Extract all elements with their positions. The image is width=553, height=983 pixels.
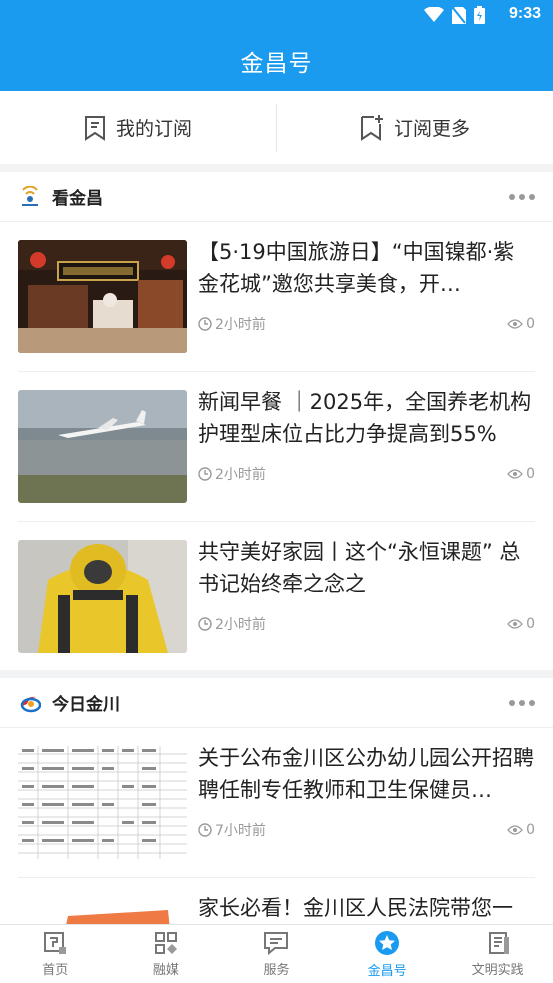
subscription-bar: 我的订阅 订阅更多 (0, 91, 553, 164)
news-item[interactable]: 关于公布金川区公办幼儿园公开招聘聘任制专任教师和卫生保健员… 7小时前 0 (18, 728, 535, 878)
news-thumbnail-airplane (18, 390, 187, 503)
news-title: 关于公布金川区公办幼儿园公开招聘聘任制专任教师和卫生保健员… (198, 746, 534, 802)
bookmark-list-icon (84, 115, 105, 141)
news-meta: 2小时前 0 (198, 464, 535, 484)
my-subscriptions-label: 我的订阅 (115, 118, 192, 140)
news-views: 0 (526, 316, 535, 332)
news-thumbnail-orange-graphic (18, 896, 187, 924)
news-title: 共守美好家园丨这个“永恒课题” 总书记始终牵之念之 (198, 540, 521, 596)
news-time: 2小时前 (215, 617, 266, 633)
news-meta: 2小时前 0 (198, 614, 535, 634)
bookmark-add-icon (360, 114, 383, 141)
section-jinri-jinchuan: 今日金川 关于公布金川区公办幼儿园公开招聘聘任制专任教师和卫生保健员… 7小时前… (0, 678, 553, 924)
news-views: 0 (526, 616, 535, 632)
more-options-icon[interactable] (509, 193, 535, 200)
section-title: 今日金川 (52, 695, 120, 715)
news-item[interactable]: 【5·19中国旅游日】“中国镍都·紫金花城”邀您共享美食，开… 2小时前 0 (18, 222, 535, 372)
news-title: 家长必看！金川区人民法院带您一 (198, 896, 513, 920)
clock: 9:33 (508, 5, 541, 22)
news-item[interactable]: 新闻早餐 ｜2025年，全国养老机构护理型床位占比力争提高到55% 2小时前 0 (18, 372, 535, 522)
news-thumbnail-hazmat-worker (18, 540, 187, 653)
news-meta: 2小时前 0 (198, 314, 535, 334)
news-time: 2小时前 (215, 467, 266, 483)
tab-label: 融媒 (152, 962, 179, 978)
tab-media[interactable]: 融媒 (111, 925, 222, 983)
news-title: 新闻早餐 ｜2025年，全国养老机构护理型床位占比力争提高到55% (198, 390, 532, 446)
tab-label: 金昌号 (367, 963, 407, 979)
clock-icon (198, 467, 212, 481)
news-title: 【5·19中国旅游日】“中国镍都·紫金花城”邀您共享美食，开… (198, 240, 515, 296)
status-bar: 9:33 (0, 0, 553, 30)
book-icon (488, 931, 509, 954)
no-sim-icon (452, 6, 466, 24)
tab-label: 服务 (263, 962, 290, 978)
channel-logo-icon (18, 185, 42, 209)
section-header: 今日金川 (0, 678, 553, 728)
subscribe-more-button[interactable]: 订阅更多 (277, 91, 553, 164)
section-kan-jinchang: 看金昌 【5·19中国旅游日】“中国镍都·紫金花城”邀您共享美食，开… 2小时前… (0, 172, 553, 670)
view-count-icon (507, 825, 523, 835)
tab-jinchanghao[interactable]: 金昌号 (332, 925, 443, 983)
news-views: 0 (526, 822, 535, 838)
tab-label: 首页 (42, 962, 69, 978)
news-thumbnail-table-document (18, 746, 187, 859)
battery-icon (474, 6, 485, 24)
tab-civilization-practice[interactable]: 文明实践 (442, 925, 553, 983)
news-time: 7小时前 (215, 823, 266, 839)
page-title: 金昌号 (240, 50, 313, 77)
subscribe-more-label: 订阅更多 (393, 118, 470, 140)
wifi-icon (424, 7, 444, 22)
more-options-icon[interactable] (509, 699, 535, 706)
clock-icon (198, 317, 212, 331)
section-header: 看金昌 (0, 172, 553, 222)
status-icons (424, 6, 485, 24)
channel-logo-icon (18, 691, 42, 715)
tab-label: 文明实践 (471, 962, 524, 978)
view-count-icon (507, 319, 523, 329)
view-count-icon (507, 469, 523, 479)
bottom-tab-bar: 首页 融媒 服务 金昌号 文明实践 (0, 924, 553, 983)
app-header: 金昌号 (0, 30, 553, 91)
section-title: 看金昌 (52, 189, 103, 209)
service-chat-icon (264, 931, 289, 955)
news-thumbnail-food-market (18, 240, 187, 353)
news-meta: 7小时前 0 (198, 820, 535, 840)
star-badge-icon (375, 930, 400, 955)
news-time: 2小时前 (215, 317, 266, 333)
news-item[interactable]: 家长必看！金川区人民法院带您一 (18, 878, 535, 924)
tab-service[interactable]: 服务 (221, 925, 332, 983)
clock-icon (198, 823, 212, 837)
news-views: 0 (526, 466, 535, 482)
clock-icon (198, 617, 212, 631)
tab-home[interactable]: 首页 (0, 925, 111, 983)
news-item[interactable]: 共守美好家园丨这个“永恒课题” 总书记始终牵之念之 2小时前 0 (18, 522, 535, 672)
view-count-icon (507, 619, 523, 629)
home-icon (44, 931, 67, 954)
media-grid-icon (154, 931, 177, 954)
my-subscriptions-button[interactable]: 我的订阅 (0, 91, 276, 164)
